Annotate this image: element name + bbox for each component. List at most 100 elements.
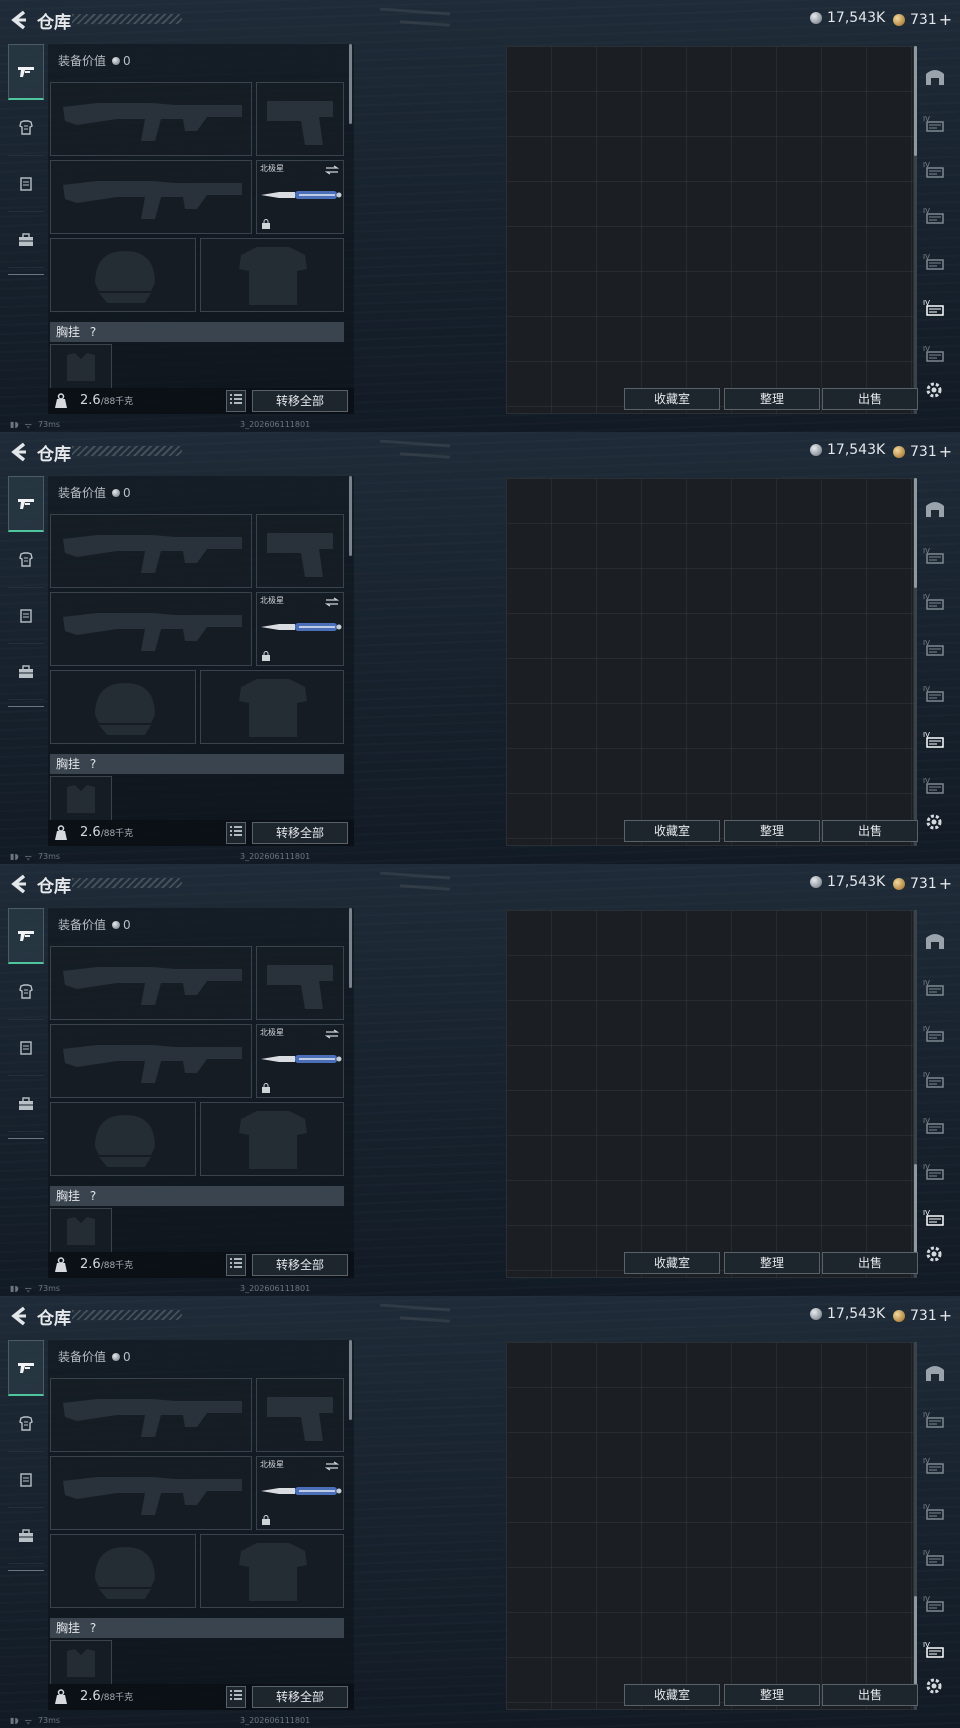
collection-room-button[interactable]: 收藏室 bbox=[624, 820, 720, 842]
transfer-all-button[interactable]: 转移全部 bbox=[252, 390, 348, 412]
settings-button[interactable] bbox=[924, 812, 944, 836]
tab-vest[interactable] bbox=[8, 1020, 44, 1076]
storage-tab-0[interactable] bbox=[920, 488, 950, 534]
primary-weapon-slot[interactable] bbox=[50, 1378, 252, 1452]
organize-button[interactable]: 整理 bbox=[724, 1684, 820, 1706]
equipment-scrollbar[interactable] bbox=[349, 44, 352, 124]
gold-currency[interactable]: 731 + bbox=[893, 442, 952, 461]
storage-scrollbar-thumb[interactable] bbox=[914, 46, 917, 156]
storage-tab-3[interactable]: IV bbox=[920, 1058, 950, 1104]
collection-room-button[interactable]: 收藏室 bbox=[624, 388, 720, 410]
helmet-slot[interactable] bbox=[50, 1534, 196, 1608]
storage-tab-0[interactable] bbox=[920, 920, 950, 966]
tab-armor[interactable] bbox=[8, 964, 44, 1020]
equipment-scrollbar[interactable] bbox=[349, 908, 352, 988]
collection-room-button[interactable]: 收藏室 bbox=[624, 1252, 720, 1274]
tab-backpack[interactable] bbox=[8, 212, 44, 268]
pistol-slot[interactable] bbox=[256, 946, 344, 1020]
storage-tab-6[interactable]: IV bbox=[920, 1196, 950, 1242]
primary-weapon-slot[interactable] bbox=[50, 514, 252, 588]
equipment-scrollbar[interactable] bbox=[349, 476, 352, 556]
body-armor-slot[interactable] bbox=[200, 238, 344, 312]
chest-rig-slot[interactable] bbox=[50, 344, 112, 388]
organize-button[interactable]: 整理 bbox=[724, 388, 820, 410]
melee-slot[interactable]: 北极星 bbox=[256, 592, 344, 666]
tab-armor[interactable] bbox=[8, 532, 44, 588]
storage-tab-1[interactable]: IV bbox=[920, 966, 950, 1012]
transfer-all-button[interactable]: 转移全部 bbox=[252, 1254, 348, 1276]
chest-rig-help[interactable]: ? bbox=[90, 1189, 96, 1203]
storage-tab-0[interactable] bbox=[920, 56, 950, 102]
tab-vest[interactable] bbox=[8, 156, 44, 212]
storage-tab-3[interactable]: IV bbox=[920, 626, 950, 672]
tab-backpack[interactable] bbox=[8, 644, 44, 700]
equipment-scrollbar[interactable] bbox=[349, 1340, 352, 1420]
organize-button[interactable]: 整理 bbox=[724, 1252, 820, 1274]
storage-tab-1[interactable]: IV bbox=[920, 102, 950, 148]
swap-icon[interactable] bbox=[325, 1461, 339, 1471]
pistol-slot[interactable] bbox=[256, 514, 344, 588]
storage-tab-6[interactable]: IV bbox=[920, 332, 950, 378]
melee-slot[interactable]: 北极星 bbox=[256, 1024, 344, 1098]
tab-weapon[interactable] bbox=[8, 476, 44, 532]
storage-tab-4[interactable]: IV bbox=[920, 240, 950, 286]
tab-armor[interactable] bbox=[8, 100, 44, 156]
add-gold-button[interactable]: + bbox=[939, 874, 952, 893]
storage-tab-1[interactable]: IV bbox=[920, 1398, 950, 1444]
storage-tab-4[interactable]: IV bbox=[920, 1104, 950, 1150]
pistol-slot[interactable] bbox=[256, 1378, 344, 1452]
storage-scrollbar-thumb[interactable] bbox=[914, 478, 917, 588]
body-armor-slot[interactable] bbox=[200, 1534, 344, 1608]
helmet-slot[interactable] bbox=[50, 238, 196, 312]
body-armor-slot[interactable] bbox=[200, 670, 344, 744]
storage-tab-2[interactable]: IV bbox=[920, 1444, 950, 1490]
storage-tab-3[interactable]: IV bbox=[920, 194, 950, 240]
helmet-slot[interactable] bbox=[50, 1102, 196, 1176]
storage-tab-5[interactable]: IV bbox=[920, 1150, 950, 1196]
swap-icon[interactable] bbox=[325, 165, 339, 175]
storage-tab-6[interactable]: IV bbox=[920, 1628, 950, 1674]
storage-grid[interactable] bbox=[506, 1342, 914, 1710]
storage-tab-2[interactable]: IV bbox=[920, 1012, 950, 1058]
storage-grid[interactable] bbox=[506, 46, 914, 414]
storage-tab-4[interactable]: IV bbox=[920, 1536, 950, 1582]
tab-weapon[interactable] bbox=[8, 1340, 44, 1396]
tab-armor[interactable] bbox=[8, 1396, 44, 1452]
swap-icon[interactable] bbox=[325, 1029, 339, 1039]
back-button[interactable] bbox=[8, 1304, 32, 1328]
storage-tab-1[interactable]: IV bbox=[920, 534, 950, 580]
storage-tab-3[interactable]: IV bbox=[920, 1490, 950, 1536]
storage-tab-0[interactable] bbox=[920, 1352, 950, 1398]
storage-tab-5[interactable]: IV bbox=[920, 1582, 950, 1628]
helmet-slot[interactable] bbox=[50, 670, 196, 744]
sell-button[interactable]: 出售 bbox=[822, 388, 918, 410]
collection-room-button[interactable]: 收藏室 bbox=[624, 1684, 720, 1706]
transfer-all-button[interactable]: 转移全部 bbox=[252, 1686, 348, 1708]
chest-rig-slot[interactable] bbox=[50, 1640, 112, 1684]
tab-weapon[interactable] bbox=[8, 908, 44, 964]
storage-grid[interactable] bbox=[506, 910, 914, 1278]
melee-slot[interactable]: 北极星 bbox=[256, 160, 344, 234]
chest-rig-slot[interactable] bbox=[50, 776, 112, 820]
tab-backpack[interactable] bbox=[8, 1508, 44, 1564]
list-view-button[interactable] bbox=[226, 390, 246, 412]
settings-button[interactable] bbox=[924, 1244, 944, 1268]
tab-weapon[interactable] bbox=[8, 44, 44, 100]
gold-currency[interactable]: 731 + bbox=[893, 1306, 952, 1325]
secondary-weapon-slot[interactable] bbox=[50, 1024, 252, 1098]
chest-rig-help[interactable]: ? bbox=[90, 757, 96, 771]
back-button[interactable] bbox=[8, 8, 32, 32]
gold-currency[interactable]: 731 + bbox=[893, 874, 952, 893]
storage-grid[interactable] bbox=[506, 478, 914, 846]
transfer-all-button[interactable]: 转移全部 bbox=[252, 822, 348, 844]
secondary-weapon-slot[interactable] bbox=[50, 592, 252, 666]
swap-icon[interactable] bbox=[325, 597, 339, 607]
back-button[interactable] bbox=[8, 440, 32, 464]
organize-button[interactable]: 整理 bbox=[724, 820, 820, 842]
chest-rig-slot[interactable] bbox=[50, 1208, 112, 1252]
sell-button[interactable]: 出售 bbox=[822, 820, 918, 842]
storage-tab-2[interactable]: IV bbox=[920, 148, 950, 194]
tab-vest[interactable] bbox=[8, 1452, 44, 1508]
body-armor-slot[interactable] bbox=[200, 1102, 344, 1176]
add-gold-button[interactable]: + bbox=[939, 442, 952, 461]
